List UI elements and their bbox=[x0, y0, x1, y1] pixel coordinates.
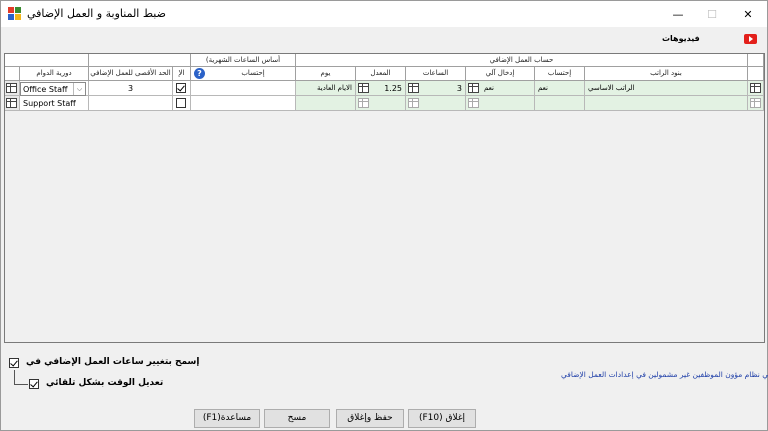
maximize-button[interactable]: ☐ bbox=[695, 1, 729, 27]
col-header-auto-entry[interactable]: إدخال آلي bbox=[466, 67, 535, 81]
payroll-item-value: الراتب الاساسي bbox=[588, 84, 635, 92]
youtube-icon bbox=[744, 34, 757, 44]
overtime-settings-window: ضبط المناوبة و العمل الإضافي — ☐ ✕ فيديو… bbox=[0, 0, 768, 431]
col-header-max-overtime[interactable]: الحد الأقصى للعمل الإضافي bbox=[89, 67, 173, 81]
auto-adjust-time-option[interactable]: تعديل الوقت بشكل تلقائي bbox=[29, 378, 189, 392]
auto-entry-icon[interactable] bbox=[468, 83, 479, 93]
col-header-monthly-calculate[interactable]: ? إحتساب bbox=[191, 67, 296, 81]
videos-link[interactable]: فيديوهات bbox=[662, 33, 760, 47]
help-icon[interactable]: ? bbox=[194, 68, 205, 79]
calculate-value: نعم bbox=[538, 84, 548, 92]
group-header-overtime-calc: حساب العمل الإضافي bbox=[296, 54, 748, 67]
shift-value: Support Staff bbox=[23, 99, 76, 108]
max-overtime-value: 3 bbox=[127, 84, 134, 93]
tree-connector bbox=[14, 384, 28, 385]
hours-lookup-icon[interactable] bbox=[408, 98, 419, 108]
table-row-2-auto-entry[interactable] bbox=[466, 96, 535, 111]
auto-entry-value: نعم bbox=[484, 84, 494, 92]
table-row-1-max-overtime[interactable]: 3 bbox=[89, 81, 173, 96]
table-row-2-payroll-item[interactable] bbox=[585, 96, 748, 111]
table-row-2-max-overtime[interactable] bbox=[89, 96, 173, 111]
table-row-2-rate[interactable] bbox=[356, 96, 406, 111]
header-corner bbox=[748, 54, 764, 67]
table-row-2-hours[interactable] bbox=[406, 96, 466, 111]
table-row-1-auto-entry[interactable]: نعم bbox=[466, 81, 535, 96]
row-header-1[interactable] bbox=[5, 81, 20, 96]
table-row-1-day[interactable]: الايام العادية bbox=[296, 81, 356, 96]
save-close-button[interactable]: حفظ وإغلاق bbox=[336, 409, 404, 428]
table-row-1-payroll-item[interactable]: الراتب الاساسي bbox=[585, 81, 748, 96]
payroll-lookup-icon[interactable] bbox=[750, 83, 761, 93]
help-button[interactable]: (F1)مساعدة bbox=[194, 409, 260, 428]
day-value: الايام العادية bbox=[317, 84, 352, 92]
minimize-icon: — bbox=[672, 7, 684, 21]
rate-lookup-icon[interactable] bbox=[358, 98, 369, 108]
allow-change-overtime-option[interactable]: إسمح بتغيير ساعات العمل الإضافي في bbox=[9, 357, 209, 371]
allow-checkbox[interactable] bbox=[176, 98, 186, 108]
header-blank-max bbox=[89, 54, 191, 67]
chevron-down-icon[interactable]: ⌵ bbox=[73, 83, 85, 95]
table-row-1-monthly-calc[interactable] bbox=[191, 81, 296, 96]
group-header-monthly-hours: (أساس الساعات الشهرية bbox=[191, 54, 296, 67]
rate-lookup-icon[interactable] bbox=[358, 83, 369, 93]
videos-label: فيديوهات bbox=[662, 34, 700, 43]
table-row-1-rate[interactable]: 1.25 bbox=[356, 81, 406, 96]
header-blank-shift bbox=[5, 54, 89, 67]
row-edit-icon[interactable] bbox=[6, 83, 17, 93]
row-edit-icon[interactable] bbox=[6, 98, 17, 108]
allow-change-overtime-checkbox[interactable] bbox=[9, 358, 19, 368]
monthly-calculate-label: إحتساب bbox=[241, 69, 265, 77]
rate-value: 1.25 bbox=[384, 84, 402, 93]
table-row-2-day[interactable] bbox=[296, 96, 356, 111]
table-row-2-end[interactable] bbox=[748, 96, 764, 111]
hours-lookup-icon[interactable] bbox=[408, 83, 419, 93]
overtime-grid: (أساس الساعات الشهرية حساب العمل الإضافي… bbox=[4, 53, 765, 343]
row-header-2[interactable] bbox=[5, 96, 20, 111]
table-row-2-calculate[interactable] bbox=[535, 96, 585, 111]
overtime-note-link[interactable]: موظفي نظام مؤون الموظفين غير مشمولين في … bbox=[561, 370, 768, 379]
maximize-icon: ☐ bbox=[707, 7, 717, 21]
col-header-allow[interactable]: الإ bbox=[173, 67, 191, 81]
col-header-end bbox=[748, 67, 764, 81]
title-bar: ضبط المناوبة و العمل الإضافي — ☐ ✕ bbox=[1, 1, 767, 27]
auto-adjust-time-checkbox[interactable] bbox=[29, 379, 39, 389]
allow-checkbox[interactable] bbox=[176, 83, 186, 93]
window-title: ضبط المناوبة و العمل الإضافي bbox=[27, 7, 166, 20]
shift-dropdown-value: Office Staff bbox=[23, 85, 68, 94]
table-row-2-monthly-calc[interactable] bbox=[191, 96, 296, 111]
minimize-button[interactable]: — bbox=[661, 1, 695, 27]
row-header-corner bbox=[5, 67, 20, 81]
close-window-button[interactable]: ✕ bbox=[731, 1, 765, 27]
table-row-1-hours[interactable]: 3 bbox=[406, 81, 466, 96]
table-row-1-end[interactable] bbox=[748, 81, 764, 96]
table-row-1-calculate[interactable]: نعم bbox=[535, 81, 585, 96]
app-icon bbox=[8, 7, 21, 20]
col-header-payroll-items[interactable]: بنود الراتب bbox=[585, 67, 748, 81]
table-row-2-shift[interactable]: Support Staff bbox=[20, 96, 89, 111]
col-header-shift[interactable]: دورية الدوام bbox=[20, 67, 89, 81]
col-header-rate[interactable]: المعدل bbox=[356, 67, 406, 81]
col-header-hours[interactable]: الساعات bbox=[406, 67, 466, 81]
close-icon: ✕ bbox=[743, 7, 753, 21]
allow-change-overtime-label: إسمح بتغيير ساعات العمل الإضافي في bbox=[26, 357, 200, 367]
hours-value: 3 bbox=[456, 84, 462, 93]
clear-button[interactable]: مسح bbox=[264, 409, 330, 428]
payroll-lookup-icon[interactable] bbox=[750, 98, 761, 108]
table-row-1-allow[interactable] bbox=[173, 81, 191, 96]
tree-connector bbox=[14, 370, 15, 384]
auto-entry-icon[interactable] bbox=[468, 98, 479, 108]
close-button[interactable]: (F10) إغلاق bbox=[408, 409, 476, 428]
col-header-day[interactable]: يوم bbox=[296, 67, 356, 81]
col-header-calculate[interactable]: إحتساب bbox=[535, 67, 585, 81]
shift-dropdown[interactable]: Office Staff ⌵ bbox=[20, 82, 86, 96]
table-row-2-allow[interactable] bbox=[173, 96, 191, 111]
auto-adjust-time-label: تعديل الوقت بشكل تلقائي bbox=[46, 378, 164, 388]
